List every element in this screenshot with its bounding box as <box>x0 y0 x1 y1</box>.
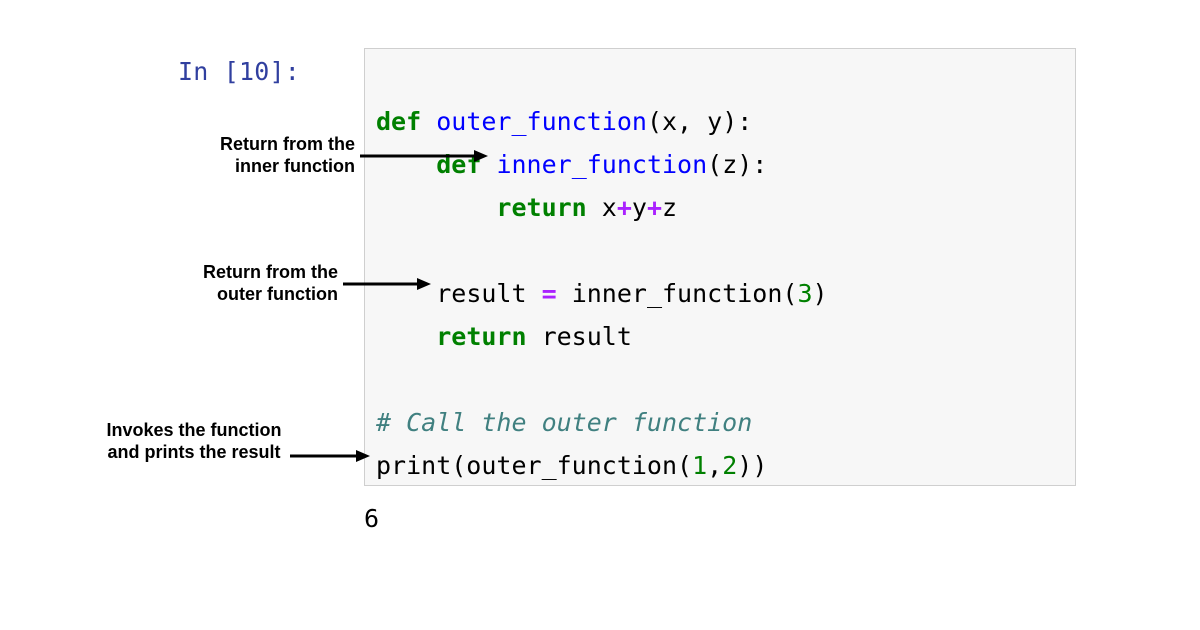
keyword-def: def <box>376 107 421 136</box>
input-prompt: In [10]: <box>178 57 300 86</box>
args-outer: (x, y): <box>647 107 752 136</box>
return-result: result <box>527 322 632 351</box>
annotation-outer-return: Return from the outer function <box>183 261 338 305</box>
print-call: print(outer_function( <box>376 451 692 480</box>
annotation-inner-return: Return from the inner function <box>200 133 355 177</box>
annotation-invoke-print: Invokes the function and prints the resu… <box>104 419 284 463</box>
expr-y: y <box>632 193 647 222</box>
literal-3: 3 <box>797 279 812 308</box>
op-plus: + <box>647 193 662 222</box>
paren-close: ) <box>813 279 828 308</box>
expr-x: x <box>587 193 617 222</box>
comma: , <box>707 451 722 480</box>
arrow-icon <box>343 276 433 292</box>
comment: # Call the outer function <box>376 408 752 437</box>
literal-2: 2 <box>722 451 737 480</box>
indent <box>376 193 496 222</box>
keyword-return: return <box>496 193 586 222</box>
paren-close: )) <box>737 451 767 480</box>
call-inner: inner_function( <box>557 279 798 308</box>
arrow-icon <box>360 148 490 164</box>
result-lhs: result <box>436 279 541 308</box>
keyword-return: return <box>436 322 526 351</box>
args-inner: (z): <box>707 150 767 179</box>
op-assign: = <box>542 279 557 308</box>
code-block: def outer_function(x, y): def inner_func… <box>376 57 828 487</box>
expr-z: z <box>662 193 677 222</box>
arrow-icon <box>290 448 372 464</box>
literal-1: 1 <box>692 451 707 480</box>
op-plus: + <box>617 193 632 222</box>
indent <box>376 322 436 351</box>
func-name-outer: outer_function <box>436 107 647 136</box>
output-text: 6 <box>364 504 379 533</box>
func-name-inner: inner_function <box>496 150 707 179</box>
